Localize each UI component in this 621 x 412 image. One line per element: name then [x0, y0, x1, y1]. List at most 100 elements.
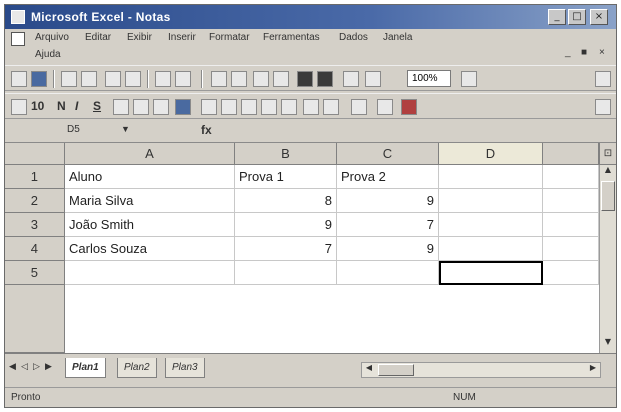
currency-icon[interactable]	[201, 99, 217, 115]
underline-button[interactable]: S	[93, 99, 101, 113]
active-cell-d5[interactable]	[439, 261, 543, 285]
sheet-tab-plan1[interactable]: Plan1	[65, 358, 106, 378]
bold-button[interactable]: N	[57, 99, 66, 113]
new-icon[interactable]	[11, 71, 27, 87]
autosum-icon[interactable]	[211, 71, 227, 87]
cell-b2[interactable]: 8	[235, 189, 337, 213]
vertical-scrollbar[interactable]: ▲ ▼	[599, 165, 616, 353]
zoom-dropdown[interactable]: 100%	[407, 70, 451, 87]
increase-decimal-icon[interactable]	[261, 99, 277, 115]
chart-wizard-icon[interactable]	[253, 71, 269, 87]
cell-e4[interactable]	[543, 237, 599, 261]
merge-center-icon[interactable]	[175, 99, 191, 115]
preview-icon[interactable]	[81, 71, 97, 87]
save-icon[interactable]	[31, 71, 47, 87]
doc-close-button[interactable]: ×	[599, 47, 605, 58]
doc-minimize-button[interactable]: _	[565, 47, 571, 58]
menu-dados[interactable]: Dados	[339, 32, 368, 43]
menu-janela[interactable]: Janela	[383, 32, 412, 43]
cell-c2[interactable]: 9	[337, 189, 439, 213]
copy-icon[interactable]	[105, 71, 121, 87]
decrease-indent-icon[interactable]	[303, 99, 319, 115]
cell-d1[interactable]	[439, 165, 543, 189]
chevron-down-icon[interactable]: ▼	[121, 124, 130, 134]
horizontal-scroll-thumb[interactable]	[378, 364, 414, 376]
align-left-icon[interactable]	[113, 99, 129, 115]
percent-icon[interactable]	[221, 99, 237, 115]
fill-color-icon[interactable]	[377, 99, 393, 115]
cell-e2[interactable]	[543, 189, 599, 213]
close-button[interactable]: ×	[590, 9, 608, 25]
worksheet-grid[interactable]: A B C D ⊡ 1 Aluno Prova 1 Prova 2 2 Mari…	[5, 143, 616, 353]
menu-ferramentas[interactable]: Ferramentas	[263, 32, 320, 43]
prev-sheet-icon[interactable]: ◁	[21, 362, 28, 372]
function-icon[interactable]	[297, 71, 313, 87]
row-header-5[interactable]: 5	[5, 261, 65, 285]
split-box-icon[interactable]: ⊡	[599, 143, 616, 165]
font-color-icon[interactable]	[401, 99, 417, 115]
last-sheet-icon[interactable]: ▶	[45, 362, 52, 372]
column-header-b[interactable]: B	[235, 143, 337, 165]
align-center-icon[interactable]	[133, 99, 149, 115]
row-header-6[interactable]	[5, 285, 65, 353]
borders-icon[interactable]	[351, 99, 367, 115]
paste-icon[interactable]	[125, 71, 141, 87]
scroll-right-icon[interactable]: ▶	[586, 363, 600, 377]
workbook-icon[interactable]	[11, 32, 25, 46]
cell-a4[interactable]: Carlos Souza	[65, 237, 235, 261]
scroll-left-icon[interactable]: ◀	[362, 363, 376, 377]
print-icon[interactable]	[61, 71, 77, 87]
cell-a2[interactable]: Maria Silva	[65, 189, 235, 213]
italic-button[interactable]: I	[75, 99, 78, 113]
scroll-up-icon[interactable]: ▲	[600, 165, 616, 179]
row-header-4[interactable]: 4	[5, 237, 65, 261]
cell-d2[interactable]	[439, 189, 543, 213]
sheet-tab-plan3[interactable]: Plan3	[165, 358, 205, 378]
cell-a1[interactable]: Aluno	[65, 165, 235, 189]
redo-icon[interactable]	[175, 71, 191, 87]
cell-e3[interactable]	[543, 213, 599, 237]
column-header-a[interactable]: A	[65, 143, 235, 165]
cell-a5[interactable]	[65, 261, 235, 285]
cell-b4[interactable]: 7	[235, 237, 337, 261]
column-header-e[interactable]	[543, 143, 599, 165]
cell-c3[interactable]: 7	[337, 213, 439, 237]
drawing-icon[interactable]	[273, 71, 289, 87]
sheet-tab-plan2[interactable]: Plan2	[117, 358, 157, 378]
doc-restore-button[interactable]: ■	[581, 47, 587, 58]
cell-e5[interactable]	[543, 261, 599, 285]
excel-app-icon[interactable]	[11, 10, 25, 24]
cell-e1[interactable]	[543, 165, 599, 189]
sort-asc-icon[interactable]	[231, 71, 247, 87]
menu-exibir[interactable]: Exibir	[127, 32, 152, 43]
cell-c4[interactable]: 9	[337, 237, 439, 261]
menu-formatar[interactable]: Formatar	[209, 32, 250, 43]
row-header-2[interactable]: 2	[5, 189, 65, 213]
maximize-button[interactable]: □	[568, 9, 586, 25]
sort-desc-icon[interactable]	[317, 71, 333, 87]
toolbar-options-icon[interactable]	[595, 99, 611, 115]
cell-c5[interactable]	[337, 261, 439, 285]
increase-indent-icon[interactable]	[323, 99, 339, 115]
cell-c1[interactable]: Prova 2	[337, 165, 439, 189]
vertical-scroll-thumb[interactable]	[601, 181, 615, 211]
comma-icon[interactable]	[241, 99, 257, 115]
cell-d3[interactable]	[439, 213, 543, 237]
map-icon[interactable]	[343, 71, 359, 87]
row-header-1[interactable]: 1	[5, 165, 65, 189]
align-right-icon[interactable]	[153, 99, 169, 115]
insert-function-icon[interactable]: fx	[201, 123, 212, 137]
cell-b1[interactable]: Prova 1	[235, 165, 337, 189]
font-name-icon[interactable]	[11, 99, 27, 115]
scroll-down-icon[interactable]: ▼	[600, 337, 616, 351]
hyperlink-icon[interactable]	[365, 71, 381, 87]
row-header-3[interactable]: 3	[5, 213, 65, 237]
menu-editar[interactable]: Editar	[85, 32, 111, 43]
column-header-d[interactable]: D	[439, 143, 543, 165]
select-all-corner[interactable]	[5, 143, 65, 165]
font-size-dropdown[interactable]: 10	[31, 99, 44, 113]
cell-b5[interactable]	[235, 261, 337, 285]
undo-icon[interactable]	[155, 71, 171, 87]
minimize-button[interactable]: _	[548, 9, 566, 25]
decrease-decimal-icon[interactable]	[281, 99, 297, 115]
